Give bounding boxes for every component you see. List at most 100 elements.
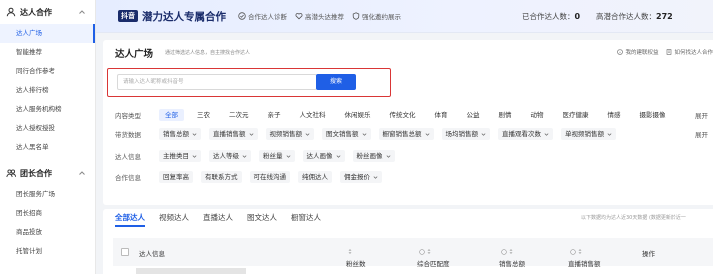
check-circle-icon — [238, 12, 246, 20]
filter-label: 内容类型 — [115, 112, 141, 120]
content-chip[interactable]: 剧情 — [493, 109, 518, 121]
promo-title: 潜力达人专属合作 — [142, 10, 226, 23]
document-icon — [667, 49, 672, 55]
filter-row-goods-data: 带货数据 销售总额 直播销售额 视频销售额 图文销售额 橱窗销售总额 场均销售额… — [115, 128, 624, 140]
goods-dropdown[interactable]: 橱窗销售总额 — [378, 128, 434, 140]
filter-label: 合作信息 — [115, 174, 141, 182]
douyin-badge: 抖音 — [118, 10, 138, 22]
column-fans[interactable]: 粉丝数 — [346, 248, 366, 268]
page-title: 达人广场 — [115, 49, 154, 60]
data-note: 以下数据均为达人近30天数据 (数据更新於近一 — [581, 215, 686, 221]
chevron-down-icon — [249, 132, 253, 136]
sidebar-group-talent[interactable]: 达人合作 — [0, 0, 95, 24]
content-chip[interactable]: 人文社科 — [294, 109, 332, 121]
goods-dropdown[interactable]: 视频销售额 — [265, 128, 314, 140]
info-dropdown[interactable]: 达人画像 — [302, 150, 345, 162]
sidebar-item-hosting-plan[interactable]: 托管计划 — [0, 242, 95, 261]
sidebar-group-label: 团长合作 — [20, 168, 52, 178]
goods-dropdown[interactable]: 场均销售额 — [441, 128, 490, 140]
sidebar-item-peer-reference[interactable]: 同行合作参考 — [0, 62, 95, 81]
sidebar-item-smart-recommend[interactable]: 智能推荐 — [0, 43, 95, 62]
sort-icon — [348, 249, 352, 254]
user-icon — [6, 7, 16, 17]
sidebar-item-authorization[interactable]: 达人授权授投 — [0, 119, 95, 138]
column-sales[interactable]: 销售总额 — [499, 248, 525, 268]
card-links: 我的建联权益 如何找达人合作 — [617, 48, 713, 56]
sidebar-item-talent-ranking[interactable]: 达人排行榜 — [0, 81, 95, 100]
talent-square-card: 达人广场 通过筛选达人信息，自主搜找合作达人 我的建联权益 如何找达人合作 请输… — [103, 40, 713, 205]
my-rights-link[interactable]: 我的建联权益 — [617, 48, 658, 56]
coop-chip[interactable]: 可在线沟通 — [249, 171, 290, 183]
sidebar-item-agency-ranking[interactable]: 达人服务机构榜 — [0, 100, 95, 119]
column-match[interactable]: 综合匹配度 — [417, 248, 450, 268]
goods-dropdown[interactable]: 图文销售额 — [322, 128, 371, 140]
sidebar-item-talent-square[interactable]: 达人广场 — [0, 24, 95, 43]
tab-video[interactable]: 视频达人 — [159, 211, 189, 227]
content-chip[interactable]: 动物 — [525, 109, 550, 121]
how-to-link[interactable]: 如何找达人合作 — [666, 48, 713, 56]
filter-row-coop-info: 合作信息 回复率高 有联系方式 可在线沟通 纯佣达人 佣金报价 — [115, 171, 390, 183]
sidebar-item-leader-recruit[interactable]: 团长招商 — [0, 204, 95, 223]
content-chip[interactable]: 公益 — [461, 109, 486, 121]
chevron-down-icon — [373, 175, 378, 179]
expand-button[interactable]: 展开 — [695, 110, 708, 120]
content-chip[interactable]: 体育 — [429, 109, 454, 121]
info-circle-icon — [617, 49, 624, 55]
coop-chip[interactable]: 回复率高 — [159, 171, 193, 183]
chevron-down-icon — [481, 132, 486, 136]
sidebar-item-leader-square[interactable]: 团长服务广场 — [0, 185, 95, 204]
content-chip[interactable]: 医疗健康 — [557, 109, 595, 121]
search-input[interactable]: 请输入达人昵称或抖音号 — [117, 74, 317, 90]
goods-dropdown[interactable]: 单视频销售额 — [561, 128, 616, 140]
coop-chip[interactable]: 有联系方式 — [201, 171, 242, 183]
goods-dropdown[interactable]: 直播销售额 — [209, 128, 258, 140]
content-chip[interactable]: 休闲娱乐 — [339, 109, 377, 121]
chevron-down-icon — [192, 154, 197, 158]
tab-all[interactable]: 全部达人 — [115, 211, 145, 227]
content-chip[interactable]: 情感 — [602, 109, 627, 121]
coop-chip[interactable]: 纯佣达人 — [298, 171, 332, 183]
info-dropdown[interactable]: 主推类目 — [159, 150, 201, 162]
chevron-down-icon — [336, 154, 340, 158]
chevron-down-icon — [242, 154, 247, 158]
select-all-checkbox[interactable] — [121, 248, 129, 256]
info-dropdown[interactable]: 粉丝量 — [259, 150, 295, 162]
column-live-sales[interactable]: 直播销售额 — [568, 248, 601, 268]
info-circle-icon — [419, 248, 425, 255]
sidebar-group-label: 达人合作 — [20, 7, 52, 17]
info-dropdown[interactable]: 粉丝画像 — [352, 150, 395, 162]
filter-row-talent-info: 达人信息 主推类目 达人等级 粉丝量 达人画像 粉丝画像 — [115, 150, 403, 162]
content-chip[interactable]: 三农 — [191, 109, 216, 121]
content-chip[interactable]: 亲子 — [262, 109, 287, 121]
chevron-down-icon — [425, 132, 429, 136]
tab-live[interactable]: 直播达人 — [203, 211, 233, 227]
info-circle-icon — [501, 248, 507, 255]
feature-invite: 强化邀约展示 — [352, 11, 401, 21]
coop-dropdown[interactable]: 佣金报价 — [340, 171, 382, 183]
sidebar-item-blacklist[interactable]: 达人黑名单 — [0, 138, 95, 157]
heart-icon — [295, 13, 303, 20]
search-button[interactable]: 搜索 — [316, 74, 356, 90]
feature-recommend: 高潜头达推荐 — [295, 11, 344, 21]
sort-icon — [427, 249, 431, 254]
sidebar-group-leader[interactable]: 团长合作 — [0, 161, 95, 185]
content-chip[interactable]: 全部 — [159, 109, 184, 121]
tab-showcase[interactable]: 橱窗达人 — [291, 211, 321, 227]
goods-dropdown[interactable]: 销售总额 — [159, 128, 201, 140]
info-dropdown[interactable]: 达人等级 — [209, 150, 251, 162]
tab-image-text[interactable]: 图文达人 — [247, 211, 277, 227]
filter-label: 带货数据 — [115, 131, 141, 139]
chevron-down-icon — [286, 154, 290, 158]
info-circle-icon — [570, 248, 576, 255]
chevron-up-icon — [79, 10, 85, 14]
column-actions: 操作 — [642, 250, 655, 258]
chevron-down-icon — [305, 132, 310, 136]
chevron-down-icon — [544, 132, 549, 136]
expand-button[interactable]: 展开 — [695, 129, 708, 139]
stat-high-potential: 高潜合作达人数：272 — [596, 12, 673, 21]
content-chip[interactable]: 摄影摄像 — [634, 109, 672, 121]
goods-dropdown[interactable]: 直播观看次数 — [498, 128, 553, 140]
sidebar-item-product-delivery[interactable]: 商品投放 — [0, 223, 95, 242]
content-chip[interactable]: 二次元 — [223, 109, 255, 121]
content-chip[interactable]: 传统文化 — [384, 109, 422, 121]
